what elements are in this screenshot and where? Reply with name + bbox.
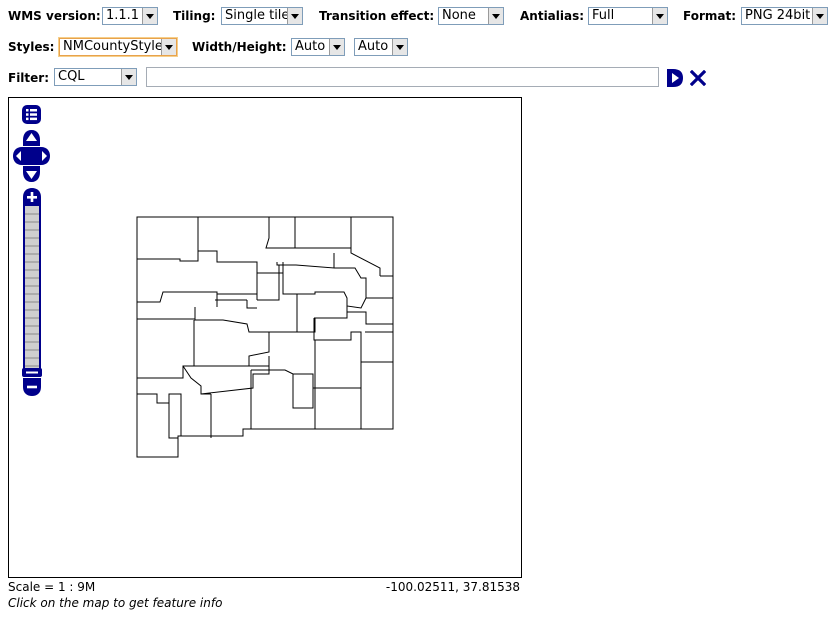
county-line	[282, 273, 298, 298]
map-viewport[interactable]	[8, 97, 522, 578]
pan-left-icon[interactable]	[13, 147, 22, 165]
county-line	[248, 331, 270, 366]
pan-down-icon[interactable]	[23, 166, 40, 182]
layer-switcher-icon[interactable]	[22, 105, 41, 124]
county-line	[347, 311, 393, 325]
filter-label: Filter:	[8, 71, 50, 85]
antialias-select[interactable]: Full	[588, 7, 668, 25]
county-line	[194, 307, 297, 333]
county-line	[314, 306, 348, 319]
chevron-down-icon[interactable]	[488, 8, 503, 24]
chevron-down-icon[interactable]	[329, 39, 344, 55]
format-label: Format:	[683, 9, 737, 23]
transition-select[interactable]: None	[438, 7, 504, 25]
county-line	[295, 247, 381, 276]
zoom-out-icon[interactable]	[23, 378, 41, 396]
chevron-down-icon[interactable]	[121, 69, 136, 85]
antialias-label: Antialias:	[520, 9, 585, 23]
format-value: PNG 24bit	[745, 8, 811, 23]
zoom-slider[interactable]	[23, 206, 41, 374]
zoom-in-icon[interactable]	[23, 188, 41, 206]
scale-readout: Scale = 1 : 9M	[8, 580, 96, 594]
height-select[interactable]: Auto	[354, 38, 408, 56]
county-line	[297, 291, 367, 309]
filter-language-value: CQL	[58, 69, 85, 84]
county-line	[193, 320, 270, 367]
state-outline	[136, 216, 394, 458]
chevron-down-icon[interactable]	[287, 8, 302, 24]
zoom-slider-handle[interactable]	[22, 368, 42, 377]
county-line	[168, 403, 178, 439]
tiling-select[interactable]: Single tile	[221, 7, 303, 25]
apply-filter-icon[interactable]	[665, 68, 685, 88]
wms-version-value: 1.1.1	[106, 8, 140, 23]
tiling-label: Tiling:	[173, 9, 216, 23]
county-line	[137, 251, 199, 262]
county-line	[292, 374, 314, 409]
county-line	[231, 429, 244, 437]
styles-select[interactable]: NMCountyStyle	[59, 38, 177, 56]
county-line	[265, 217, 296, 249]
wms-version-label: WMS version:	[8, 9, 101, 23]
county-line	[276, 253, 335, 269]
width-select[interactable]: Auto	[291, 38, 345, 56]
pan-up-icon[interactable]	[23, 130, 40, 146]
county-line	[137, 365, 194, 379]
chevron-down-icon[interactable]	[812, 8, 827, 24]
chevron-down-icon[interactable]	[652, 8, 667, 24]
coordinate-readout: -100.02511, 37.81538	[385, 580, 520, 594]
pan-control[interactable]	[13, 130, 50, 182]
transition-label: Transition effect:	[319, 9, 435, 23]
tiling-value: Single tile	[225, 8, 290, 23]
height-value: Auto	[358, 39, 389, 54]
transition-value: None	[442, 8, 476, 23]
chevron-down-icon[interactable]	[161, 39, 176, 55]
county-line	[137, 291, 218, 307]
county-line	[137, 393, 182, 436]
size-label: Width/Height:	[192, 40, 287, 54]
county-line	[246, 300, 257, 309]
filter-text-input[interactable]	[146, 67, 659, 87]
filter-language-select[interactable]: CQL	[54, 68, 137, 86]
county-line	[313, 318, 393, 363]
county-line	[334, 267, 393, 299]
county-boundaries[interactable]	[9, 98, 521, 577]
width-value: Auto	[295, 39, 326, 54]
county-line	[257, 265, 280, 301]
chevron-down-icon[interactable]	[392, 39, 407, 55]
chevron-down-icon[interactable]	[142, 8, 157, 24]
pan-right-icon[interactable]	[41, 147, 50, 165]
styles-label: Styles:	[8, 40, 55, 54]
feature-info-hint: Click on the map to get feature info	[8, 596, 223, 610]
wms-version-select[interactable]: 1.1.1	[102, 7, 158, 25]
antialias-value: Full	[592, 8, 615, 23]
reset-filter-icon[interactable]	[690, 70, 706, 86]
styles-value: NMCountyStyle	[63, 39, 163, 54]
format-select[interactable]: PNG 24bit	[741, 7, 828, 25]
county-line	[197, 217, 284, 274]
